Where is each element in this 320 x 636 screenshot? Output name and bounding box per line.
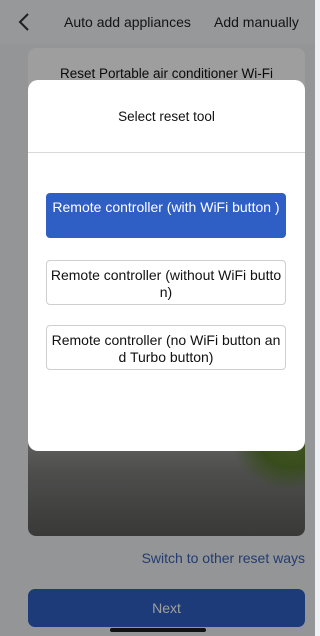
option-remote-with-wifi-button[interactable]: Remote controller (with WiFi button ): [46, 193, 286, 238]
dialog-title: Select reset tool: [118, 109, 215, 124]
option-remote-no-wifi-no-turbo[interactable]: Remote controller (no WiFi button and Tu…: [46, 325, 286, 370]
select-reset-tool-dialog: Select reset tool Remote controller (wit…: [28, 80, 305, 451]
home-indicator: [110, 628, 206, 632]
option-remote-without-wifi-button[interactable]: Remote controller (without WiFi button): [46, 260, 286, 305]
dialog-divider: [28, 152, 305, 153]
